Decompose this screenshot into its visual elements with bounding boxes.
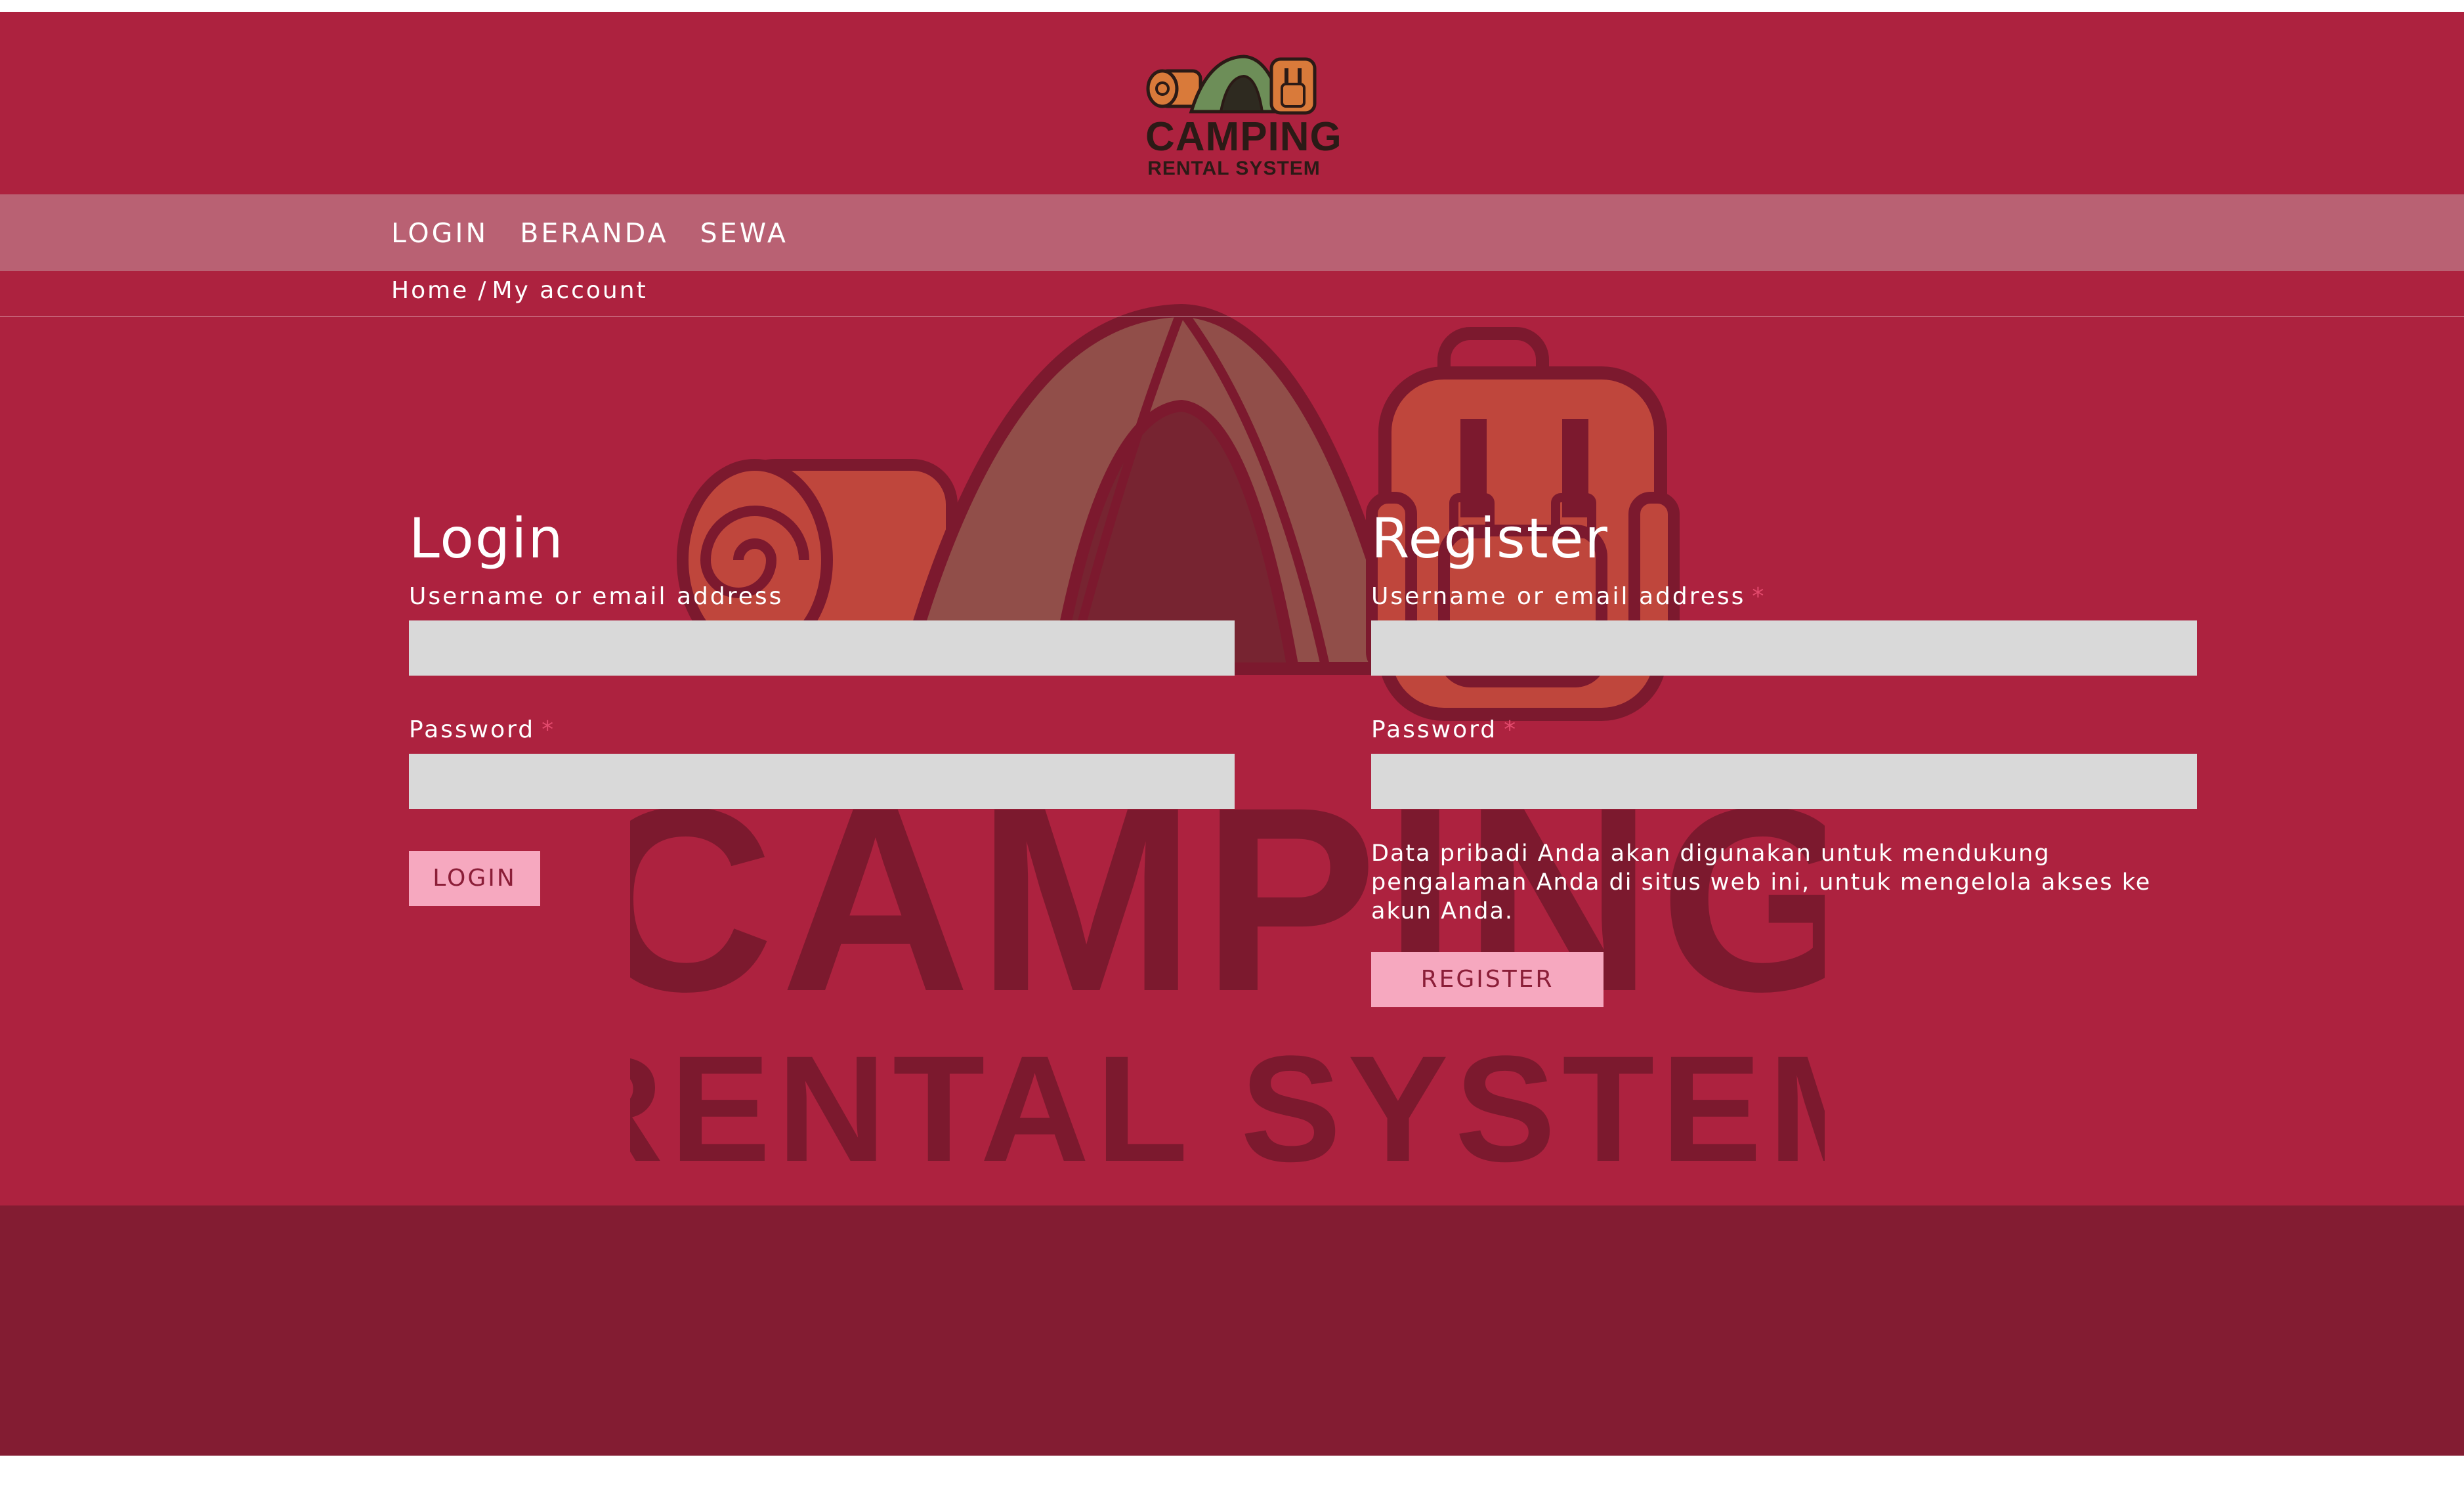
register-form: Register Username or email address * Pass… [1371,511,2197,1007]
login-button[interactable]: LOGIN [409,851,540,906]
login-form: Login Username or email address Password… [409,511,1235,906]
register-button[interactable]: REGISTER [1371,952,1604,1007]
login-username-input[interactable] [409,620,1235,676]
breadcrumb-current: My account [492,277,648,304]
register-title: Register [1371,506,1609,571]
page: CAMPING RENTAL SYSTEM CAMPING RENTAL SYS… [0,12,2464,1456]
logo-title: CAMPING [1145,114,1342,160]
logo-subtitle: RENTAL SYSTEM [1147,158,1321,179]
nav-item-login[interactable]: LOGIN [391,217,488,249]
login-password-label-text: Password [409,716,536,743]
login-password-label: Password * [409,716,1235,743]
register-password-required-marker: * [1504,716,1518,743]
privacy-notice: Data pribadi Anda akan digunakan untuk m… [1371,840,2152,924]
register-password-label-text: Password [1371,716,1498,743]
nav-item-beranda[interactable]: BERANDA [520,217,668,249]
footer [0,1205,2464,1456]
register-username-label-text: Username or email address [1371,583,1746,610]
login-password-required-marker: * [542,716,556,743]
breadcrumb: Home / My account [391,277,648,304]
register-password-label: Password * [1371,716,2197,743]
register-username-label: Username or email address * [1371,583,2197,610]
login-title: Login [409,506,564,571]
login-username-label: Username or email address [409,583,1235,610]
nav-menu: LOGIN BERANDA SEWA [391,194,820,271]
main-navigation: LOGIN BERANDA SEWA [0,194,2464,271]
nav-item-sewa[interactable]: SEWA [700,217,788,249]
login-username-label-text: Username or email address [409,583,784,610]
logo-wordmark: CAMPING RENTAL SYSTEM [1145,114,1342,180]
register-username-input[interactable] [1371,620,2197,676]
breadcrumb-divider [0,316,2464,317]
svg-text:RENTAL SYSTEM: RENTAL SYSTEM [630,1024,1825,1193]
register-username-required-marker: * [1752,583,1766,610]
breadcrumb-separator: / [478,277,488,304]
breadcrumb-home-link[interactable]: Home [391,277,469,304]
register-password-input[interactable] [1371,754,2197,809]
login-password-input[interactable] [409,754,1235,809]
